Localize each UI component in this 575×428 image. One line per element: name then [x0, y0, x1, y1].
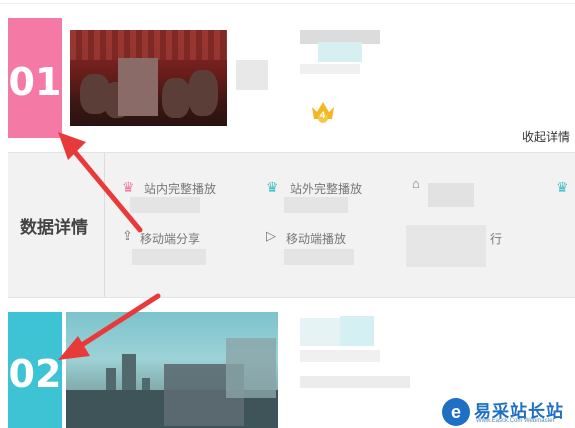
watermark: e 易采站长站 Www.Easck.Com Webmaster [440, 396, 575, 428]
arrow-head-2 [58, 336, 90, 360]
watermark-subtitle: Www.Easck.Com Webmaster [476, 418, 555, 424]
arrow-2 [71, 293, 161, 353]
arrow-1 [67, 143, 143, 233]
logo-icon: e [442, 398, 470, 426]
annotation-arrows [58, 132, 161, 360]
arrow-head-1 [58, 132, 86, 160]
